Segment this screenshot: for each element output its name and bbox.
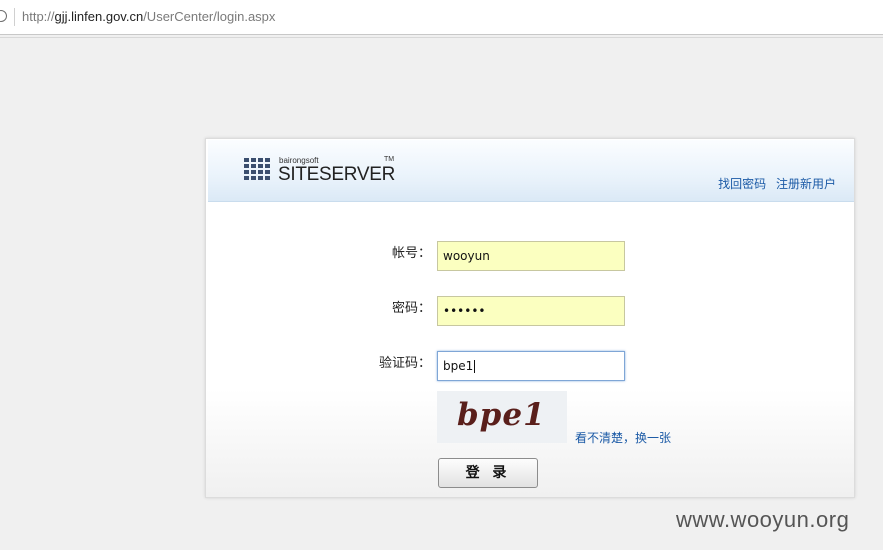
captcha-label: 验证码：	[378, 356, 431, 371]
siteserver-logo: bairongsoft SITESERVER TM	[244, 156, 404, 188]
url-host: gjj.linfen.gov.cn	[54, 9, 144, 24]
forgot-password-link[interactable]: 找回密码	[718, 177, 766, 191]
header-links: 找回密码 注册新用户	[712, 175, 836, 192]
text-caret	[474, 360, 476, 373]
url-scheme: http://	[22, 9, 55, 24]
login-button[interactable]: 登 录	[438, 458, 538, 488]
password-input[interactable]: ••••••	[437, 296, 625, 326]
browser-address-bar: http://gjj.linfen.gov.cn/UserCenter/logi…	[0, 0, 883, 35]
address-separator	[14, 8, 15, 26]
url-path: /UserCenter/login.aspx	[143, 9, 276, 24]
info-icon[interactable]	[0, 10, 7, 22]
account-label: 帐号：	[391, 246, 431, 261]
logo-trademark: TM	[384, 156, 395, 163]
captcha-input-value: bpe1	[443, 359, 474, 373]
refresh-captcha-link[interactable]: 看不清楚，换一张	[575, 429, 671, 446]
register-link[interactable]: 注册新用户	[776, 177, 836, 191]
logo-grid-icon	[244, 158, 272, 182]
login-panel-header: bairongsoft SITESERVER TM 找回密码 注册新用户	[208, 140, 854, 202]
logo-product: SITESERVER	[278, 164, 396, 185]
login-panel: bairongsoft SITESERVER TM 找回密码 注册新用户 帐号：…	[205, 138, 855, 498]
captcha-input[interactable]: bpe1	[437, 351, 625, 381]
account-input[interactable]: wooyun	[437, 241, 625, 271]
watermark: www.wooyun.org	[676, 507, 850, 532]
password-label: 密码：	[391, 301, 431, 316]
captcha-image[interactable]: bpe1	[437, 391, 567, 443]
url-field[interactable]: http://gjj.linfen.gov.cn/UserCenter/logi…	[22, 9, 275, 24]
toolbar-divider	[0, 37, 883, 38]
captcha-image-text: bpe1	[457, 397, 546, 433]
